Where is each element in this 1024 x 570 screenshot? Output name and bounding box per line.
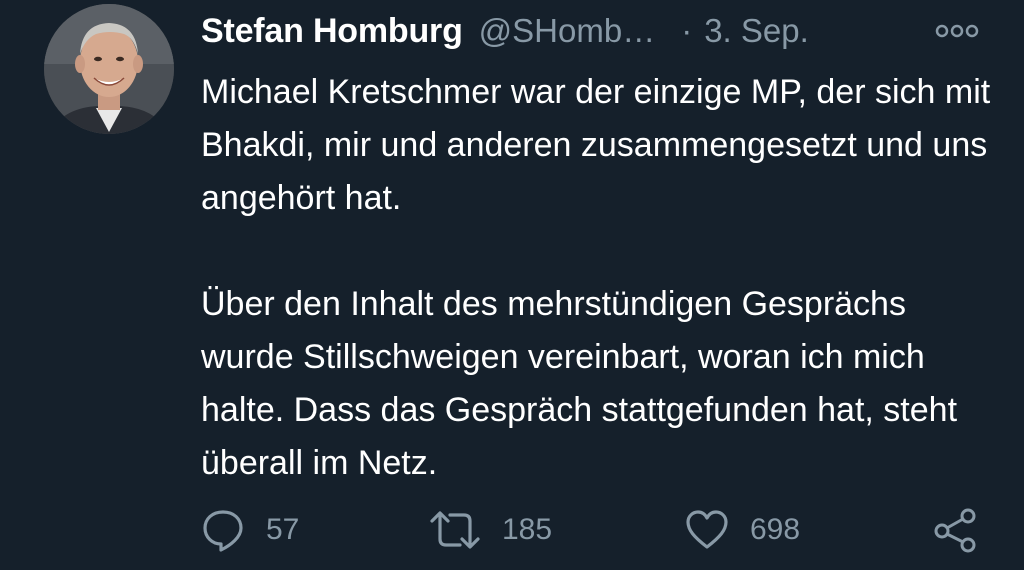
avatar-image xyxy=(44,4,174,134)
tweet-text: Michael Kretschmer war der einzige MP, d… xyxy=(201,66,1001,490)
tweet-paragraph: Michael Kretschmer war der einzige MP, d… xyxy=(201,73,991,217)
header-separator: · xyxy=(681,12,693,49)
tweet-header: Stefan Homburg @SHomb… · 3. Sep. xyxy=(201,8,809,54)
retweet-count: 185 xyxy=(502,513,553,546)
author-handle[interactable]: @SHomb… xyxy=(479,12,656,50)
like-count: 698 xyxy=(750,513,801,546)
author-name[interactable]: Stefan Homburg xyxy=(201,12,463,51)
tweet-date[interactable]: 3. Sep. xyxy=(704,12,809,50)
heart-icon xyxy=(686,510,728,549)
share-button[interactable] xyxy=(932,500,980,560)
tweet-paragraph: Über den Inhalt des mehrstündigen Gesprä… xyxy=(201,285,958,482)
share-icon xyxy=(934,508,976,553)
retweet-button[interactable]: 185 xyxy=(428,500,552,560)
reply-count: 57 xyxy=(266,513,300,546)
like-button[interactable]: 698 xyxy=(684,500,800,560)
avatar[interactable] xyxy=(44,4,174,134)
reply-button[interactable]: 57 xyxy=(200,500,299,560)
tweet-actions: 57 185 698 xyxy=(0,500,1024,560)
retweet-icon xyxy=(430,511,480,549)
reply-icon xyxy=(203,510,243,552)
tweet[interactable]: Stefan Homburg @SHomb… · 3. Sep. Michael… xyxy=(0,0,1024,570)
more-icon[interactable] xyxy=(934,20,980,42)
